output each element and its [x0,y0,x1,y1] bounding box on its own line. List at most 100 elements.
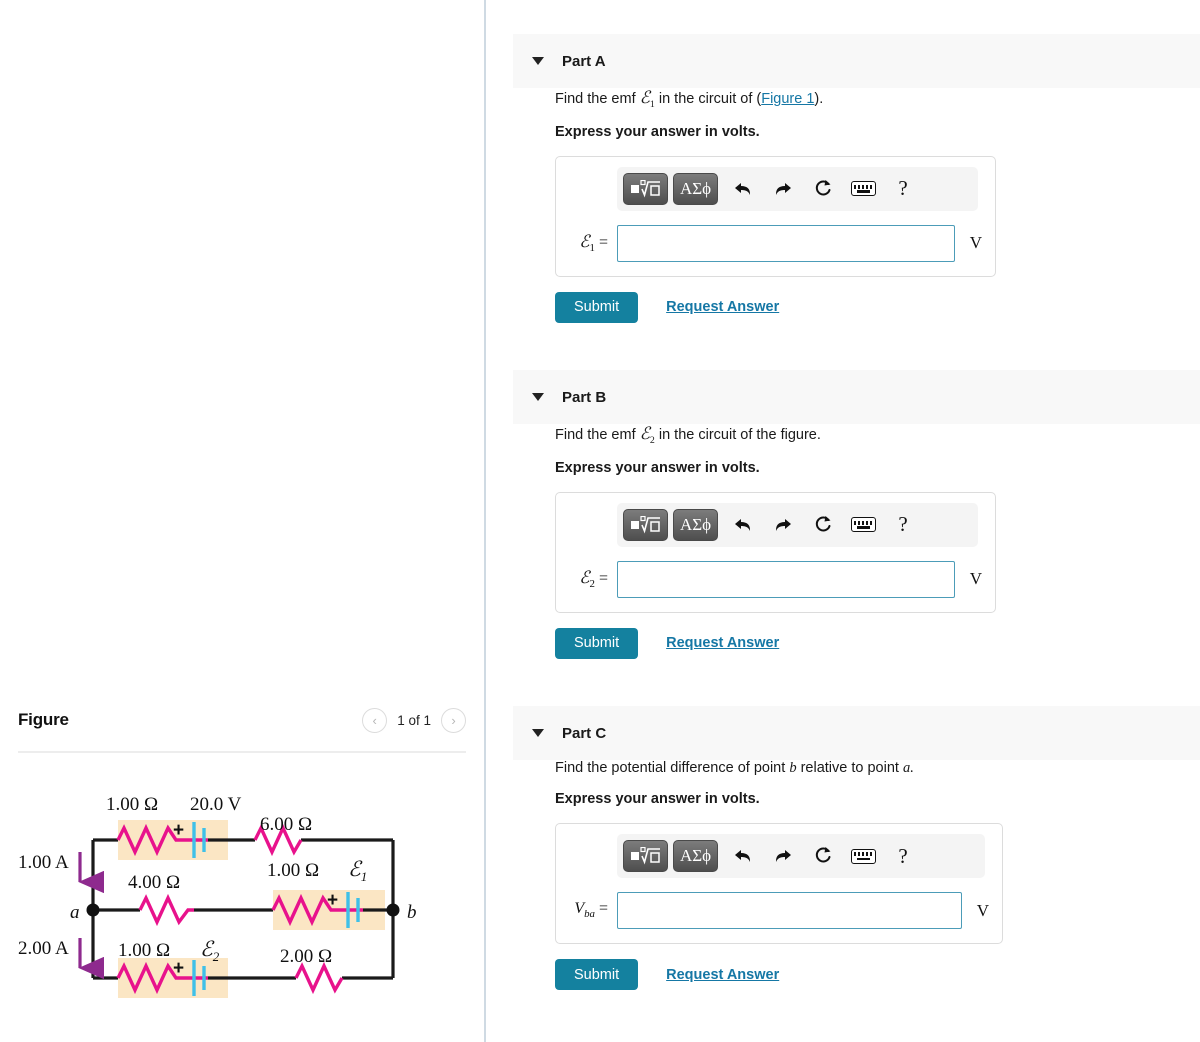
part-b-answer-equals: = [594,570,608,588]
problem-pane: Part A Find the emf ℰ1 in the circuit of… [486,0,1200,1042]
redo-arrow-icon[interactable] [763,173,803,205]
label-current-top: 1.00 A [18,852,69,873]
math-template-icon [630,515,660,534]
greek-symbols-button[interactable]: ΑΣϕ [673,508,718,541]
figure-1-link[interactable]: Figure 1 [761,91,814,107]
part-b-title: Part B [562,388,607,406]
part-a-request-answer-link[interactable]: Request Answer [666,299,779,315]
reset-circular-arrow-icon[interactable] [803,509,843,541]
plus-sign-emf2: + [173,958,184,979]
part-c-answer-card: ΑΣϕ ? Vba = V [555,823,1003,944]
part-c-unit: V [976,900,989,920]
part-c-submit-button[interactable]: Submit [555,959,639,990]
help-button[interactable]: ? [883,173,923,205]
part-c-actions: Submit Request Answer [555,959,1003,990]
label-emf2: ℰ2 [200,937,220,964]
part-b-body: Find the emf ℰ2 in the circuit of the fi… [555,424,996,659]
undo-arrow-icon[interactable] [723,173,763,205]
help-label: ? [898,512,908,537]
help-button[interactable]: ? [883,840,923,872]
part-b-prompt-middle: in the circuit of the figure. [654,427,821,443]
part-a-body: Find the emf ℰ1 in the circuit of (Figur… [555,88,996,323]
part-b-answer-row: ℰ2 = V [569,560,982,598]
math-template-icon [630,179,660,198]
part-c-prompt-symbol: b [789,760,797,776]
part-a-answer-card: ΑΣϕ ? ℰ1 = V [555,155,996,277]
help-button[interactable]: ? [883,509,923,541]
greek-symbols-label: ΑΣϕ [679,846,712,865]
part-b-submit-button[interactable]: Submit [555,627,639,659]
chevron-right-icon[interactable]: › [441,708,466,733]
reset-circular-arrow-icon[interactable] [803,840,843,872]
greek-symbols-button[interactable]: ΑΣϕ [673,840,718,872]
part-b-answer-symbol: ℰ [579,568,590,588]
part-c-request-answer-link[interactable]: Request Answer [666,967,779,983]
keyboard-glyph [850,848,876,864]
part-b-answer-input[interactable] [617,560,955,598]
keyboard-icon[interactable] [843,840,883,872]
node-b-dot [386,903,400,917]
circuit-diagram: 1.00 Ω 20.0 V 6.00 Ω 4.00 Ω 1.00 Ω ℰ1 1.… [18,770,468,1035]
part-b-answer-label: ℰ2 = [569,568,617,590]
math-template-button[interactable] [623,172,668,205]
greek-symbols-button[interactable]: ΑΣϕ [673,172,718,205]
redo-arrow-icon[interactable] [763,840,803,872]
keyboard-glyph [850,517,876,533]
part-c-header[interactable]: Part C [513,706,1200,760]
label-6ohm: 6.00 Ω [260,814,312,835]
keyboard-icon[interactable] [843,509,883,541]
next-glyph: › [451,713,456,728]
part-c-body: Find the potential difference of point b… [555,760,1003,990]
part-a-answer-input[interactable] [617,224,955,262]
part-c-answer-label: Vba = [569,900,617,920]
part-c-prompt-middle: relative to point [796,760,903,776]
undo-arrow-icon[interactable] [723,509,763,541]
redo-arrow-icon[interactable] [763,509,803,541]
figure-panel-title: Figure [18,710,69,729]
greek-symbols-label: ΑΣϕ [679,514,712,534]
chevron-down-icon[interactable] [532,729,544,737]
figure-counter: 1 of 1 [397,713,431,728]
part-b-answer-card: ΑΣϕ ? ℰ2 = V [555,491,996,613]
chevron-left-icon[interactable]: ‹ [362,708,388,733]
greek-symbols-label: ΑΣϕ [679,178,712,198]
part-b-unit: V [969,569,982,589]
part-c-title: Part C [562,724,607,742]
part-a-answer-label: ℰ1 = [569,232,617,254]
part-a-submit-button[interactable]: Submit [555,291,639,323]
part-a-math-toolbar: ΑΣϕ ? [617,166,978,211]
label-emf1-sub: 1 [361,869,368,884]
part-b-request-answer-link[interactable]: Request Answer [666,635,779,651]
part-c-express: Express your answer in volts. [555,791,760,807]
chevron-down-icon[interactable] [532,57,544,65]
label-1ohm-middle-right: 1.00 Ω [267,860,319,881]
label-node-b: b [407,902,417,923]
figure-divider [18,751,466,753]
part-a-express: Express your answer in volts. [555,123,760,140]
part-c-prompt-suffix: a. [902,760,914,776]
part-c-answer-symbol: V [574,900,585,918]
part-a-actions: Submit Request Answer [555,291,996,323]
label-20v: 20.0 V [190,794,242,815]
part-a-prompt: Find the emf ℰ1 in the circuit of (Figur… [555,88,996,110]
part-b-header[interactable]: Part B [513,370,1200,424]
keyboard-glyph [850,181,876,197]
part-a-header[interactable]: Part A [513,34,1200,88]
part-a-prompt-suffix: ). [814,91,824,107]
help-label: ? [898,176,908,201]
part-a-prompt-middle: in the circuit of ( [654,91,762,107]
label-4ohm: 4.00 Ω [128,872,180,893]
reset-circular-arrow-icon[interactable] [803,173,843,205]
math-template-button[interactable] [623,840,668,872]
part-c-answer-input[interactable] [617,892,962,929]
part-b-prompt-prefix: Find the emf [555,427,640,443]
part-a-answer-symbol: ℰ [579,232,590,252]
label-1ohm-top-left: 1.00 Ω [106,794,158,815]
plus-sign-emf1: + [327,890,338,911]
part-c-math-toolbar: ΑΣϕ ? [617,834,985,878]
node-a-dot [86,903,100,917]
chevron-down-icon[interactable] [532,393,544,401]
undo-arrow-icon[interactable] [723,840,763,872]
math-template-button[interactable] [623,508,668,541]
keyboard-icon[interactable] [843,173,883,205]
